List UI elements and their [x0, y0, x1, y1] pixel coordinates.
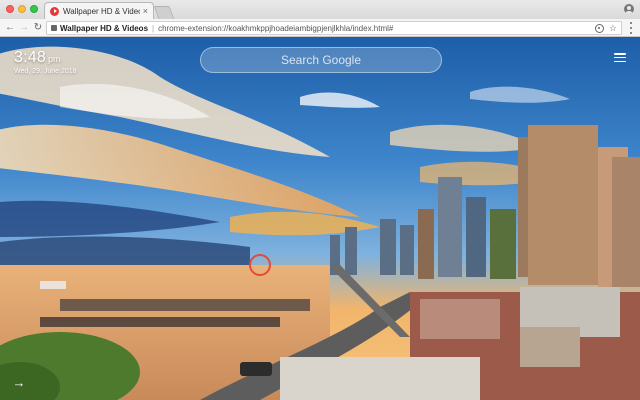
new-tab-button[interactable] — [153, 6, 175, 19]
maximize-window-button[interactable] — [30, 5, 38, 13]
menu-dots-icon[interactable] — [628, 22, 634, 34]
hamburger-menu-icon[interactable] — [614, 53, 626, 62]
address-bar-app-name: Wallpaper HD & Videos — [60, 23, 149, 33]
profile-icon[interactable] — [624, 4, 634, 14]
search-input[interactable] — [200, 47, 442, 73]
extension-puzzle-icon — [51, 25, 57, 31]
extension-icon[interactable] — [594, 23, 604, 33]
new-tab-page: 3:48pm Wed, 29. June 2018 → — [0, 37, 640, 400]
clock-ampm: pm — [47, 54, 61, 64]
browser-tab-active[interactable]: Wallpaper HD & Videos × — [44, 2, 154, 19]
browser-toolbar: ← → ↻ Wallpaper HD & Videos | chrome-ext… — [0, 19, 640, 37]
forward-arrow-icon[interactable]: → — [18, 22, 30, 34]
address-bar[interactable]: Wallpaper HD & Videos | chrome-extension… — [46, 21, 622, 35]
clock-date: Wed, 29. June 2018 — [14, 68, 77, 75]
bookmark-star-icon[interactable]: ☆ — [609, 23, 617, 34]
address-bar-url[interactable]: chrome-extension://koakhmkppjhoadeiambig… — [158, 24, 589, 33]
browser-titlebar: Wallpaper HD & Videos × — [0, 0, 640, 19]
tab-close-icon[interactable]: × — [143, 6, 148, 16]
tab-title: Wallpaper HD & Videos — [63, 6, 140, 16]
close-window-button[interactable] — [6, 5, 14, 13]
city-wallpaper-image — [0, 37, 640, 400]
address-bar-separator: | — [152, 23, 155, 33]
minimize-window-button[interactable] — [18, 5, 26, 13]
clock-widget: 3:48 pm Wed, 29. June 2018 — [14, 49, 77, 75]
back-arrow-icon[interactable]: ← — [4, 22, 16, 34]
next-wallpaper-arrow-icon[interactable]: → — [12, 376, 26, 390]
clock-time: 3:48 — [14, 49, 46, 66]
youtube-play-icon — [50, 6, 59, 16]
reload-icon[interactable]: ↻ — [32, 22, 44, 34]
